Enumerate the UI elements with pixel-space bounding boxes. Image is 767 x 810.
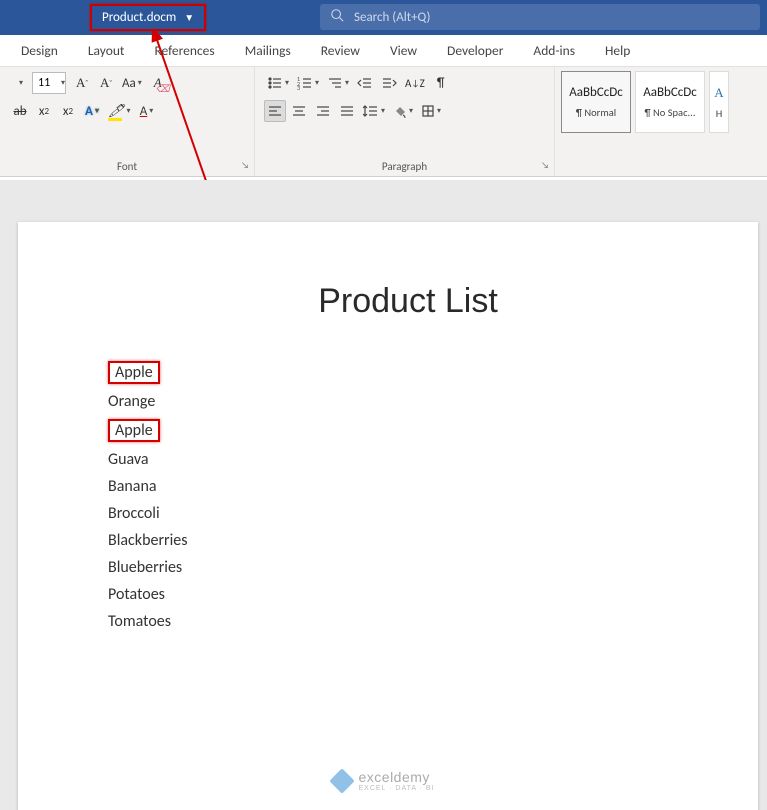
tab-help[interactable]: Help	[590, 35, 645, 66]
numbering-icon[interactable]: 123▾	[294, 72, 322, 94]
sort-icon[interactable]: A↓Z	[402, 72, 428, 94]
strikethrough-icon[interactable]: ab	[9, 100, 31, 122]
list-item: Broccoli	[108, 504, 708, 523]
list-item: Guava	[108, 450, 708, 469]
multilevel-list-icon[interactable]: ▾	[324, 72, 352, 94]
tab-review[interactable]: Review	[306, 35, 375, 66]
list-item: Blackberries	[108, 531, 708, 550]
show-marks-icon[interactable]: ¶	[430, 72, 452, 94]
line-spacing-icon[interactable]: ▾	[360, 100, 388, 122]
document-area: Product List Apple Orange Apple Guava Banana…	[0, 180, 767, 810]
tab-design[interactable]: Design	[6, 35, 73, 66]
tab-references[interactable]: References	[139, 35, 229, 66]
tab-add-ins[interactable]: Add-ins	[518, 35, 590, 66]
document-title: Product List	[108, 282, 708, 321]
increase-indent-icon[interactable]	[378, 72, 400, 94]
tab-view[interactable]: View	[375, 35, 432, 66]
font-size-value: 11	[38, 76, 50, 90]
subscript-icon[interactable]: x2	[33, 100, 55, 122]
list-item: Potatoes	[108, 585, 708, 604]
decrease-indent-icon[interactable]	[354, 72, 376, 94]
list-item: Orange	[108, 392, 708, 411]
tab-developer[interactable]: Developer	[432, 35, 518, 66]
font-dropdown-caret[interactable]: ▾	[9, 72, 31, 94]
ribbon-body: ▾ 11 ▾ Aˆ Aˇ Aa▾ A⌫ ab x2 x2 A▾ 🖊▾ A▾ Fo…	[0, 67, 767, 177]
style-sample: AaBbCcDc	[643, 85, 697, 100]
filename-text: Product.docm	[102, 10, 176, 25]
style-label: ¶ No Spac...	[645, 106, 696, 119]
style-tile[interactable]: AaBbCcDc ¶ Normal	[561, 71, 631, 133]
filename-title[interactable]: Product.docm ▼	[90, 4, 206, 31]
list-item: Apple	[108, 361, 708, 384]
svg-text:3: 3	[297, 84, 300, 90]
paragraph-dialog-launcher-icon[interactable]: ↘	[541, 160, 549, 171]
bullets-icon[interactable]: ▾	[264, 72, 292, 94]
justify-icon[interactable]	[336, 100, 358, 122]
style-tile[interactable]: AH	[709, 71, 729, 133]
style-sample: AaBbCcDc	[569, 85, 623, 100]
style-tile[interactable]: AaBbCcDc ¶ No Spac...	[635, 71, 705, 133]
highlighted-item: Apple	[108, 419, 160, 442]
search-input[interactable]: Search (Alt+Q)	[320, 4, 760, 30]
document-page[interactable]: Product List Apple Orange Apple Guava Banana…	[18, 222, 758, 810]
list-item: Blueberries	[108, 558, 708, 577]
align-center-icon[interactable]	[288, 100, 310, 122]
list-item: Apple	[108, 419, 708, 442]
styles-group: AaBbCcDc ¶ Normal AaBbCcDc ¶ No Spac... AH	[555, 67, 735, 176]
clear-formatting-icon[interactable]: A⌫	[147, 72, 169, 94]
search-icon	[330, 8, 344, 26]
title-bar: Product.docm ▼ Search (Alt+Q)	[0, 0, 767, 35]
list-item: Banana	[108, 477, 708, 496]
tab-layout[interactable]: Layout	[73, 35, 140, 66]
font-group: ▾ 11 ▾ Aˆ Aˇ Aa▾ A⌫ ab x2 x2 A▾ 🖊▾ A▾ Fo…	[0, 67, 255, 176]
increase-font-icon[interactable]: Aˆ	[71, 72, 93, 94]
font-size-input[interactable]: 11 ▾	[32, 72, 66, 94]
font-dialog-launcher-icon[interactable]: ↘	[241, 160, 249, 171]
borders-icon[interactable]: ▾	[418, 100, 444, 122]
shading-icon[interactable]: ▾	[390, 100, 416, 122]
align-left-icon[interactable]	[264, 100, 286, 122]
product-list: Apple Orange Apple Guava Banana Broccoli Black…	[108, 361, 708, 631]
highlighted-item: Apple	[108, 361, 160, 384]
font-color-icon[interactable]: A▾	[136, 100, 158, 122]
paragraph-group: ▾ 123▾ ▾ A↓Z ¶ ▾ ▾ ▾ Parag	[255, 67, 555, 176]
ribbon-tabs: DesignLayoutReferencesMailingsReviewView…	[0, 35, 767, 67]
list-item: Tomatoes	[108, 612, 708, 631]
font-group-label: Font	[0, 160, 254, 173]
decrease-font-icon[interactable]: Aˇ	[95, 72, 117, 94]
text-effects-icon[interactable]: A▾	[81, 100, 103, 122]
tab-mailings[interactable]: Mailings	[230, 35, 306, 66]
superscript-icon[interactable]: x2	[57, 100, 79, 122]
style-label: ¶ Normal	[576, 106, 616, 119]
search-placeholder: Search (Alt+Q)	[354, 10, 430, 25]
paragraph-group-label: Paragraph	[255, 160, 554, 173]
change-case-icon[interactable]: Aa▾	[119, 72, 145, 94]
chevron-down-icon: ▼	[184, 11, 194, 24]
highlight-icon[interactable]: 🖊▾	[105, 100, 134, 122]
align-right-icon[interactable]	[312, 100, 334, 122]
